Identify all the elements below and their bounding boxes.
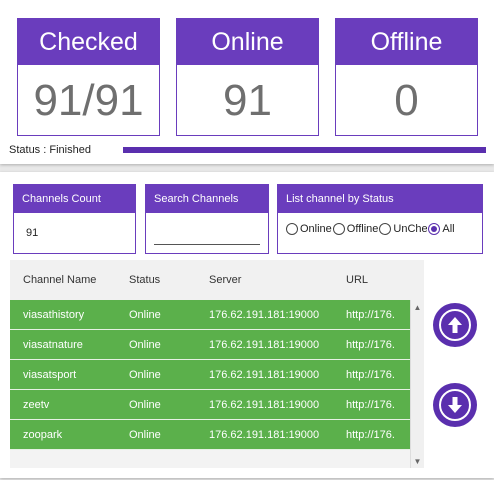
scroll-down-button[interactable]	[433, 383, 477, 427]
cell-url: http://176.	[346, 369, 395, 381]
progress-fill	[123, 147, 486, 153]
cell-status: Online	[129, 429, 161, 441]
radio-unchecked-label: UnChe	[393, 223, 428, 235]
arrow-up-circle-icon	[439, 309, 471, 341]
radio-unchecked[interactable]: UnChe	[379, 223, 427, 235]
status-text: Status : Finished	[9, 144, 91, 156]
online-card: Online 91	[176, 18, 319, 136]
channels-table: Channel Name Status Server URL viasathis…	[10, 260, 424, 468]
cell-url: http://176.	[346, 399, 395, 411]
scroll-up-button[interactable]	[433, 303, 477, 347]
status-filter-card: List channel by Status Online Offline Un…	[277, 184, 483, 254]
arrow-down-icon	[448, 397, 462, 413]
radio-online-label: Online	[300, 223, 332, 235]
search-channels-label: Search Channels	[146, 185, 268, 213]
cell-channel-name: zeetv	[23, 399, 50, 411]
radio-unchecked-circle[interactable]	[379, 223, 392, 235]
cell-status: Online	[129, 369, 161, 381]
table-row[interactable]: viasatsport Online 176.62.191.181:19000 …	[10, 360, 410, 390]
cell-url: http://176.	[346, 339, 395, 351]
summary-panel: Checked 91/91 Online 91 Offline 0 Status…	[0, 0, 494, 164]
radio-online[interactable]: Online	[286, 223, 332, 235]
search-input[interactable]	[154, 227, 260, 245]
offline-card: Offline 0	[335, 18, 478, 136]
cell-channel-name: zoopark	[23, 429, 63, 441]
offline-value: 0	[394, 75, 419, 125]
checked-label: Checked	[18, 19, 159, 65]
table-scrollbar[interactable]: ▲ ▼	[410, 300, 424, 468]
cell-channel-name: viasatnature	[23, 339, 83, 351]
table-row[interactable]: zoopark Online 176.62.191.181:19000 http…	[10, 420, 410, 450]
table-body: viasathistory Online 176.62.191.181:1900…	[10, 300, 410, 450]
table-header: Channel Name Status Server URL	[10, 260, 424, 300]
progress-bar	[123, 147, 486, 153]
table-row[interactable]: viasatnature Online 176.62.191.181:19000…	[10, 330, 410, 360]
cell-url: http://176.	[346, 429, 395, 441]
table-row[interactable]: viasathistory Online 176.62.191.181:1900…	[10, 300, 410, 330]
cell-status: Online	[129, 339, 161, 351]
radio-online-circle[interactable]	[286, 223, 298, 235]
radio-all-label: All	[442, 223, 455, 235]
cell-server: 176.62.191.181:19000	[209, 399, 320, 411]
radio-all[interactable]: All	[428, 223, 455, 235]
scrollbar-up-arrow-icon[interactable]: ▲	[411, 301, 424, 313]
radio-offline-circle[interactable]	[332, 223, 345, 235]
search-channels-card: Search Channels	[145, 184, 269, 254]
arrow-up-icon	[448, 317, 462, 333]
channels-count-card: Channels Count 91	[13, 184, 136, 254]
cell-url: http://176.	[346, 309, 395, 321]
online-label: Online	[177, 19, 318, 65]
column-header-channel-name[interactable]: Channel Name	[23, 274, 96, 286]
status-filter-radios: Online Offline UnChe All	[278, 213, 482, 235]
cell-server: 176.62.191.181:19000	[209, 309, 320, 321]
column-header-server[interactable]: Server	[209, 274, 241, 286]
cell-server: 176.62.191.181:19000	[209, 339, 320, 351]
arrow-down-circle-icon	[439, 389, 471, 421]
status-filter-label: List channel by Status	[278, 185, 482, 213]
cell-status: Online	[129, 309, 161, 321]
checked-card: Checked 91/91	[17, 18, 160, 136]
table-row[interactable]: zeetv Online 176.62.191.181:19000 http:/…	[10, 390, 410, 420]
channels-count-label: Channels Count	[14, 185, 135, 213]
cell-status: Online	[129, 399, 161, 411]
scrollbar-down-arrow-icon[interactable]: ▼	[411, 455, 424, 467]
radio-all-circle[interactable]	[428, 223, 441, 235]
offline-label: Offline	[336, 19, 477, 65]
cell-channel-name: viasatsport	[23, 369, 77, 381]
channels-count-value: 91	[26, 227, 39, 239]
cell-server: 176.62.191.181:19000	[209, 369, 320, 381]
channels-panel: Channels Count 91 Search Channels List c…	[0, 172, 494, 478]
column-header-status[interactable]: Status	[129, 274, 160, 286]
radio-offline[interactable]: Offline	[332, 223, 379, 235]
online-value: 91	[223, 75, 272, 125]
checked-value: 91/91	[33, 75, 144, 125]
radio-offline-label: Offline	[346, 223, 379, 235]
cell-channel-name: viasathistory	[23, 309, 85, 321]
cell-server: 176.62.191.181:19000	[209, 429, 320, 441]
column-header-url[interactable]: URL	[346, 274, 368, 286]
